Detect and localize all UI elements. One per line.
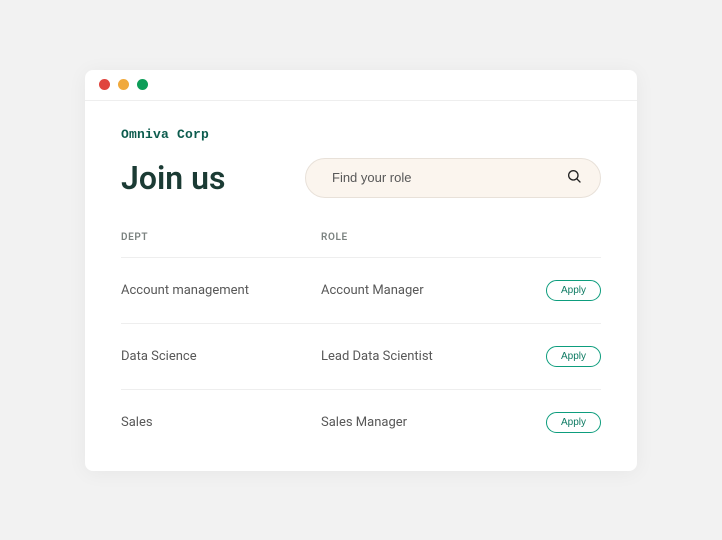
- maximize-icon[interactable]: [137, 79, 148, 90]
- apply-button[interactable]: Apply: [546, 412, 601, 433]
- cell-dept: Data Science: [121, 349, 321, 364]
- column-header-dept: DEPT: [121, 232, 321, 257]
- apply-button[interactable]: Apply: [546, 346, 601, 367]
- search-icon: [566, 168, 582, 188]
- cell-dept: Account management: [121, 283, 321, 298]
- table-row: Account management Account Manager Apply: [121, 258, 601, 324]
- jobs-table: DEPT ROLE Account management Account Man…: [121, 232, 601, 437]
- column-header-action: [521, 237, 601, 251]
- brand-name: Omniva Corp: [121, 127, 601, 142]
- cell-role: Account Manager: [321, 283, 521, 298]
- search-field[interactable]: [305, 158, 601, 198]
- column-header-role: ROLE: [321, 232, 521, 257]
- table-header-row: DEPT ROLE: [121, 232, 601, 258]
- table-row: Sales Sales Manager Apply: [121, 390, 601, 437]
- table-row: Data Science Lead Data Scientist Apply: [121, 324, 601, 390]
- apply-button[interactable]: Apply: [546, 280, 601, 301]
- content-area: Omniva Corp Join us DEPT ROLE Account ma…: [85, 101, 637, 471]
- page-title: Join us: [121, 159, 225, 197]
- cell-action: Apply: [546, 280, 601, 301]
- minimize-icon[interactable]: [118, 79, 129, 90]
- cell-role: Lead Data Scientist: [321, 349, 521, 364]
- header-row: Join us: [121, 158, 601, 198]
- cell-role: Sales Manager: [321, 415, 521, 430]
- cell-action: Apply: [546, 412, 601, 433]
- window-titlebar: [85, 70, 637, 100]
- search-input[interactable]: [332, 170, 554, 185]
- cell-action: Apply: [546, 346, 601, 367]
- app-window: Omniva Corp Join us DEPT ROLE Account ma…: [85, 70, 637, 471]
- cell-dept: Sales: [121, 415, 321, 430]
- close-icon[interactable]: [99, 79, 110, 90]
